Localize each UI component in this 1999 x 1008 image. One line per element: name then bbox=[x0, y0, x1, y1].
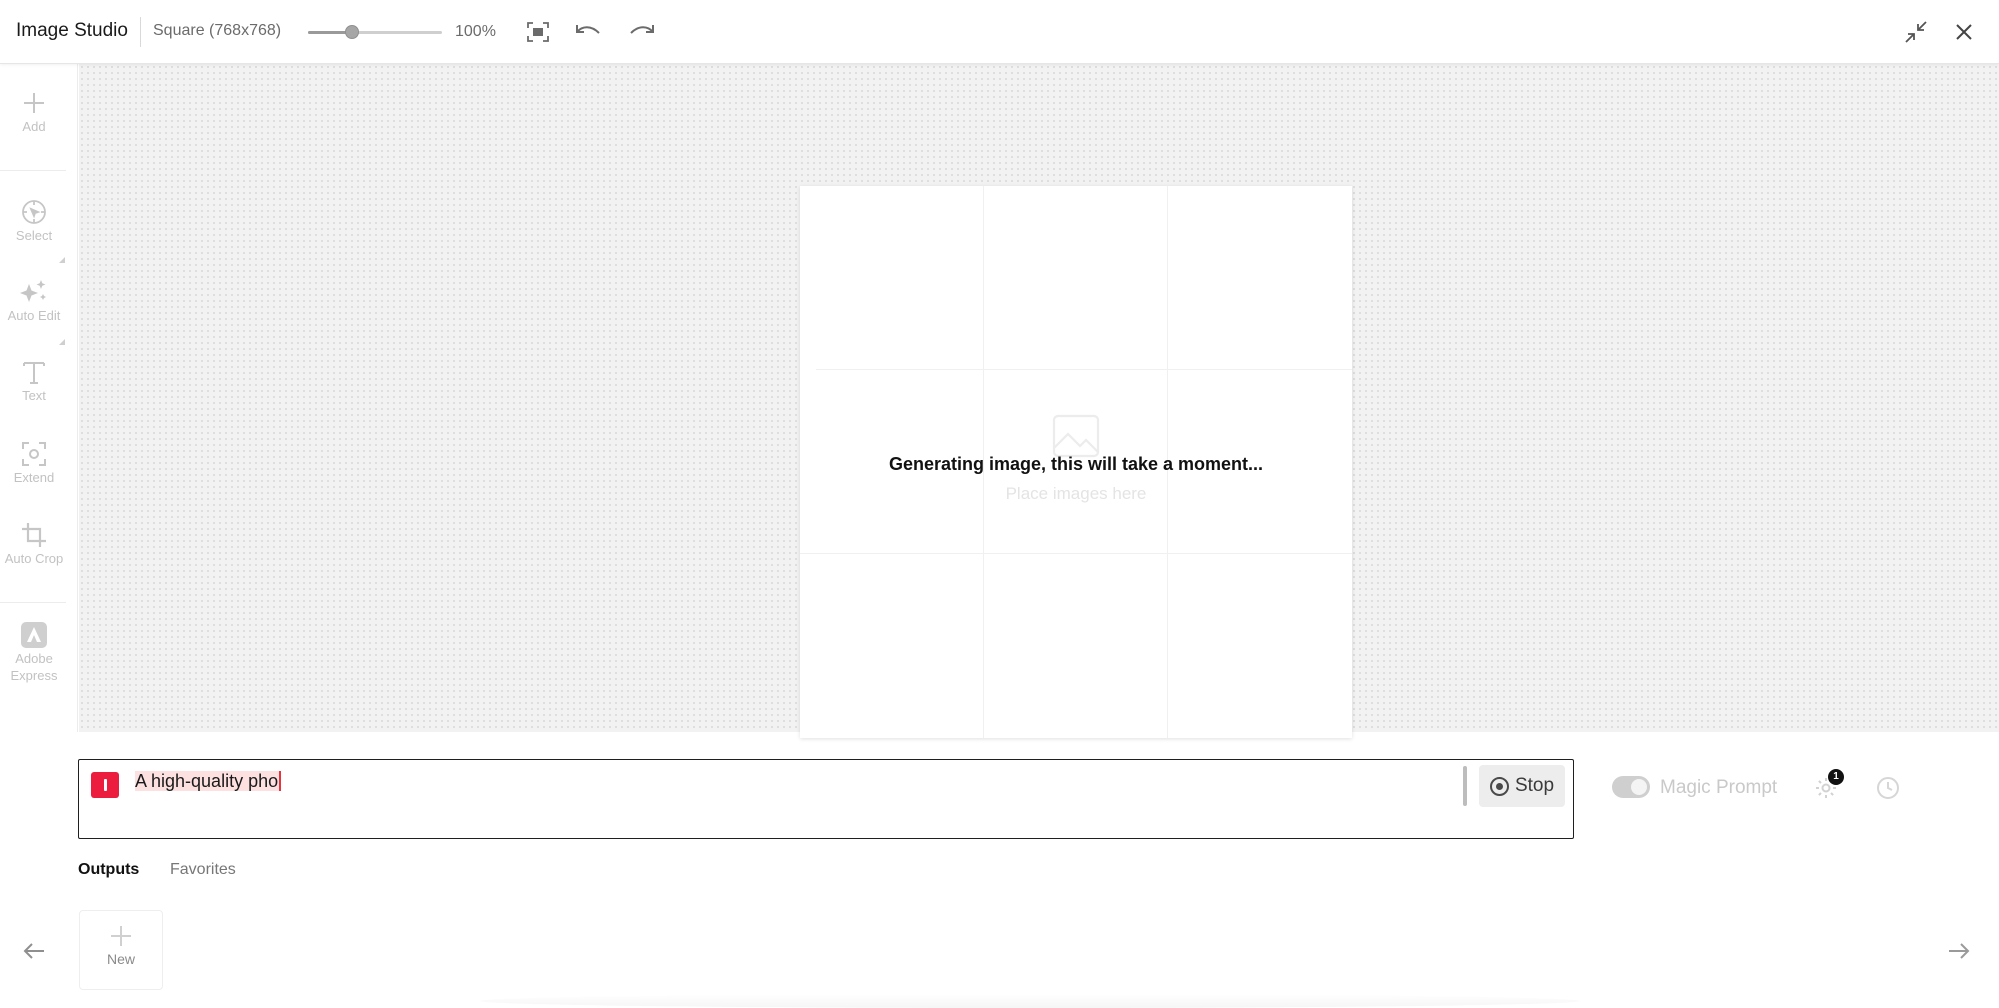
tab-favorites[interactable]: Favorites bbox=[170, 861, 236, 879]
close-icon[interactable] bbox=[1949, 17, 1979, 47]
bottom-shadow bbox=[480, 994, 1580, 1008]
tool-adobe-express-label: Adobe Express bbox=[10, 651, 58, 683]
placeholder-text: Place images here bbox=[1005, 484, 1147, 503]
settings-badge: 1 bbox=[1828, 769, 1844, 785]
sidebar-divider bbox=[0, 170, 66, 171]
minimize-icon[interactable] bbox=[1901, 17, 1931, 47]
prompt-divider bbox=[1463, 766, 1467, 806]
tool-auto-crop-label: Auto Crop bbox=[4, 551, 64, 566]
fit-screen-icon[interactable] bbox=[523, 17, 553, 47]
text-icon bbox=[0, 357, 68, 387]
generating-status: Generating image, this will take a momen… bbox=[888, 454, 1264, 474]
extend-icon bbox=[0, 439, 68, 469]
tool-extend-label: Extend bbox=[13, 470, 55, 485]
tool-adobe-express[interactable]: Adobe Express bbox=[0, 620, 68, 684]
adobe-express-icon bbox=[0, 620, 68, 650]
tool-auto-edit[interactable]: Auto Edit bbox=[0, 277, 68, 324]
magic-prompt-label: Magic Prompt bbox=[1660, 777, 1778, 798]
tool-text[interactable]: Text bbox=[0, 357, 68, 404]
prompt-box[interactable]: A high-quality pho Stop bbox=[78, 759, 1574, 839]
top-bar: Image Studio Square (768x768) 100% bbox=[0, 0, 1999, 64]
grid-line bbox=[816, 369, 1352, 370]
tab-outputs[interactable]: Outputs bbox=[78, 861, 139, 879]
tool-auto-crop[interactable]: Auto Crop bbox=[0, 520, 68, 567]
crop-icon bbox=[0, 520, 68, 550]
sparkle-icon bbox=[0, 277, 68, 307]
zoom-slider-thumb[interactable] bbox=[345, 25, 360, 39]
clock-icon bbox=[1877, 777, 1899, 799]
submenu-indicator-icon bbox=[59, 257, 65, 263]
stop-icon bbox=[1489, 776, 1509, 796]
prompt-status-icon bbox=[91, 772, 119, 798]
prev-arrow-icon[interactable] bbox=[19, 938, 49, 964]
submenu-indicator-icon bbox=[59, 339, 65, 345]
canvas-area[interactable]: Place images here Generating image, this… bbox=[79, 64, 1999, 738]
tool-add-label: Add bbox=[22, 119, 46, 134]
tool-text-label: Text bbox=[22, 388, 46, 403]
magic-prompt-toggle[interactable] bbox=[1612, 776, 1650, 798]
plus-icon bbox=[111, 926, 131, 946]
zoom-label: 100% bbox=[455, 23, 496, 40]
tool-add[interactable]: Add bbox=[0, 88, 68, 135]
redo-icon[interactable] bbox=[627, 17, 657, 47]
sidebar-divider bbox=[0, 602, 66, 603]
plus-icon bbox=[0, 88, 68, 118]
prompt-input[interactable]: A high-quality pho bbox=[135, 771, 282, 792]
undo-icon[interactable] bbox=[573, 17, 603, 47]
tool-auto-edit-label: Auto Edit bbox=[7, 308, 61, 323]
tool-select-label: Select bbox=[15, 228, 53, 243]
image-studio-app: Image Studio Square (768x768) 100% Add S… bbox=[0, 0, 1999, 1008]
next-arrow-icon[interactable] bbox=[1944, 938, 1974, 964]
tool-select[interactable]: Select bbox=[0, 197, 68, 244]
new-output-label: New bbox=[106, 951, 135, 967]
new-output-button[interactable]: New bbox=[79, 910, 163, 990]
stop-label: Stop bbox=[1514, 775, 1555, 796]
canvas-size-selector[interactable]: Square (768x768) bbox=[153, 22, 281, 40]
artboard[interactable]: Place images here Generating image, this… bbox=[800, 186, 1352, 738]
zoom-slider[interactable] bbox=[308, 25, 442, 39]
title-divider bbox=[140, 17, 141, 47]
app-title: Image Studio bbox=[16, 20, 128, 41]
stop-button[interactable]: Stop bbox=[1479, 765, 1565, 807]
prompt-text: A high-quality pho bbox=[135, 771, 282, 791]
history-button[interactable] bbox=[1870, 770, 1906, 806]
tool-sidebar: Add Select Auto Edit Text Extend Auto Cr… bbox=[0, 64, 78, 732]
tool-extend[interactable]: Extend bbox=[0, 439, 68, 486]
select-icon bbox=[0, 197, 68, 227]
grid-line bbox=[800, 553, 1352, 554]
